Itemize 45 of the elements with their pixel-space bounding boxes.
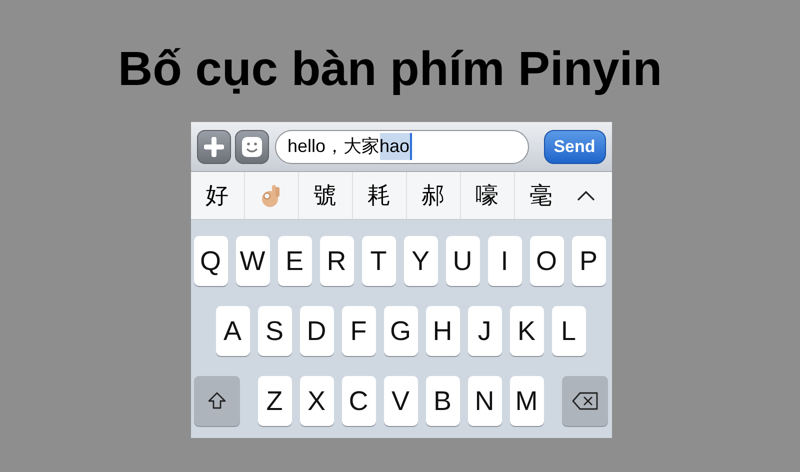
key[interactable]: L bbox=[552, 306, 586, 356]
key[interactable]: X bbox=[300, 376, 334, 426]
candidate-item[interactable]: 號 bbox=[298, 172, 352, 219]
key[interactable]: P bbox=[572, 236, 606, 286]
candidate-item[interactable]: 毫 bbox=[514, 172, 552, 219]
key[interactable]: I bbox=[488, 236, 522, 286]
candidate-item[interactable]: 耗 bbox=[352, 172, 406, 219]
key[interactable]: E bbox=[278, 236, 312, 286]
key[interactable]: Q bbox=[194, 236, 228, 286]
key[interactable]: Z bbox=[258, 376, 292, 426]
key[interactable]: D bbox=[300, 306, 334, 356]
key[interactable]: A bbox=[216, 306, 250, 356]
key[interactable]: F bbox=[342, 306, 376, 356]
candidate-item[interactable]: 郝 bbox=[406, 172, 460, 219]
ok-hand-icon[interactable] bbox=[261, 182, 281, 208]
key[interactable]: U bbox=[446, 236, 480, 286]
candidate-item[interactable]: 嚎 bbox=[460, 172, 514, 219]
key[interactable]: O bbox=[530, 236, 564, 286]
backspace-key[interactable] bbox=[562, 376, 608, 426]
candidate-item[interactable]: 好 bbox=[190, 172, 244, 219]
key[interactable]: M bbox=[510, 376, 544, 426]
send-button[interactable]: Send bbox=[544, 130, 606, 164]
shift-key[interactable] bbox=[194, 376, 240, 426]
smiley-icon bbox=[240, 136, 262, 158]
key[interactable]: J bbox=[468, 306, 502, 356]
plus-icon bbox=[204, 136, 224, 156]
key[interactable]: Y bbox=[404, 236, 438, 286]
emoji-button[interactable] bbox=[234, 130, 268, 164]
message-field[interactable]: hello，大家hao bbox=[274, 130, 528, 164]
key[interactable]: V bbox=[384, 376, 418, 426]
key[interactable]: R bbox=[320, 236, 354, 286]
key[interactable]: C bbox=[342, 376, 376, 426]
key[interactable]: S bbox=[258, 306, 292, 356]
key[interactable]: W bbox=[236, 236, 270, 286]
add-button[interactable] bbox=[196, 130, 230, 164]
slide-title: Bố cục bàn phím Pinyin bbox=[118, 42, 662, 98]
shift-arrow-icon bbox=[206, 391, 226, 411]
key[interactable]: T bbox=[362, 236, 396, 286]
key[interactable]: K bbox=[510, 306, 544, 356]
key[interactable]: B bbox=[426, 376, 460, 426]
backspace-icon bbox=[570, 391, 598, 411]
chevron-up-icon bbox=[576, 190, 594, 200]
key[interactable]: G bbox=[384, 306, 418, 356]
key[interactable]: N bbox=[468, 376, 502, 426]
key[interactable]: H bbox=[426, 306, 460, 356]
